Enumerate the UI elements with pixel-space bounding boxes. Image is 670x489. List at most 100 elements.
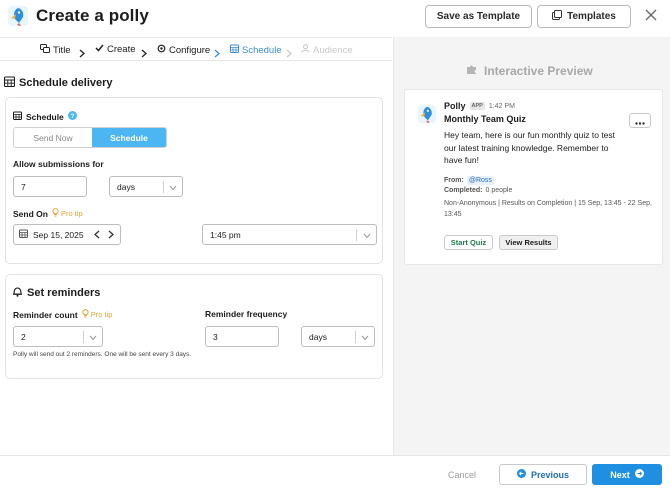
schedule-toggle-button[interactable]: Schedule (92, 128, 166, 147)
from-row: From: @Ross (444, 176, 494, 185)
step-create[interactable]: Create (95, 44, 136, 55)
svg-text:?: ? (70, 113, 74, 120)
calendar-icon (3, 76, 16, 90)
pro-tip-label: Pro tip (90, 310, 113, 319)
completed-label: Completed: (444, 187, 483, 194)
reminder-frequency-input[interactable]: 3 (205, 326, 279, 347)
templates-icon (552, 10, 563, 23)
previous-label: Previous (530, 469, 570, 480)
send-date-picker[interactable]: Sep 15, 2025 (13, 224, 121, 245)
start-quiz-button[interactable]: Start Quiz (444, 235, 493, 250)
next-date-chevron-icon[interactable] (108, 230, 114, 241)
puzzle-icon (466, 64, 477, 78)
close-icon[interactable] (644, 8, 658, 24)
schedule-delivery-heading: Schedule delivery (3, 76, 113, 90)
pro-tip-label: Pro tip (60, 209, 83, 218)
title-step-icon (40, 44, 50, 56)
reminder-frequency-unit-value: days (309, 331, 327, 342)
interactive-preview-title: Interactive Preview (484, 64, 593, 78)
calendar-icon (230, 44, 239, 56)
from-label: From: (444, 177, 464, 184)
polly-app-avatar (417, 104, 437, 124)
reminder-frequency-unit-select[interactable]: days (301, 326, 375, 347)
arrow-left-icon (516, 469, 526, 480)
view-results-button[interactable]: View Results (499, 235, 558, 250)
prev-date-chevron-icon[interactable] (94, 230, 100, 241)
user-icon (301, 44, 310, 56)
chevron-right-icon (214, 45, 220, 63)
send-now-toggle-button[interactable]: Send Now (14, 128, 92, 147)
calendar-icon (19, 229, 28, 240)
templates-button[interactable]: Templates (537, 5, 631, 28)
step-schedule[interactable]: Schedule (230, 44, 282, 56)
reminders-card: Set reminders Reminder count Pro tip 2 R… (5, 274, 383, 379)
gear-icon (157, 44, 166, 56)
completed-value: 0 people (485, 187, 513, 194)
step-create-label: Create (107, 44, 136, 55)
footer: Cancel Previous Next (0, 455, 670, 489)
header: Create a polly Save as Template Template… (0, 0, 670, 36)
pro-tip-link[interactable]: Pro tip (52, 208, 83, 219)
send-date-value: Sep 15, 2025 (33, 229, 84, 240)
set-reminders-heading: Set reminders (12, 286, 100, 300)
send-on-label: Send On (13, 208, 48, 219)
reminder-frequency-value: 3 (213, 331, 218, 342)
step-title-label: Title (53, 44, 71, 56)
poll-meta: Non-Anonymous | Results on Completion | … (444, 200, 652, 218)
allow-submissions-value: 7 (21, 181, 26, 192)
allow-submissions-input[interactable]: 7 (13, 176, 87, 197)
page-title: Create a polly (36, 6, 149, 25)
from-mention[interactable]: @Ross (466, 176, 494, 185)
message-preview-card: Polly APP 1:42 PM Monthly Team Quiz Hey … (404, 89, 663, 265)
reminder-count-label-row: Reminder count Pro tip (13, 309, 112, 320)
reminder-count-label: Reminder count (13, 309, 78, 320)
lightbulb-icon (82, 309, 89, 320)
message-body: Hey team, here is our fun monthly quiz t… (444, 130, 616, 165)
pro-tip-link[interactable]: Pro tip (82, 309, 113, 320)
next-label: Next (610, 469, 630, 480)
chevron-right-icon (79, 45, 85, 63)
schedule-label: Schedule (26, 111, 64, 122)
allow-unit-value: days (117, 181, 135, 192)
more-options-button[interactable] (629, 113, 651, 128)
step-audience-label: Audience (313, 44, 353, 56)
step-configure-label: Configure (169, 44, 211, 56)
chevron-down-icon (361, 333, 369, 343)
polly-logo-icon (7, 5, 29, 27)
allow-submissions-label: Allow submissions for (13, 159, 104, 169)
preview-panel: Interactive Preview Polly APP 1:42 PM Mo… (393, 37, 670, 455)
chevron-down-icon (363, 231, 371, 241)
schedule-delivery-title: Schedule delivery (19, 77, 113, 89)
step-schedule-label: Schedule (242, 44, 282, 56)
arrow-right-icon (634, 469, 644, 480)
lightbulb-icon (52, 208, 59, 219)
chevron-right-icon (286, 45, 292, 63)
step-title[interactable]: Title (40, 44, 71, 56)
completed-row: Completed: 0 people (444, 187, 512, 194)
chevron-down-icon (169, 183, 177, 193)
ellipsis-icon (635, 112, 645, 130)
calendar-icon (13, 111, 22, 122)
save-as-template-button[interactable]: Save as Template (425, 5, 532, 28)
previous-button[interactable]: Previous (499, 464, 587, 485)
cancel-button[interactable]: Cancel (442, 464, 482, 485)
allow-unit-select[interactable]: days (109, 176, 183, 197)
next-button[interactable]: Next (592, 464, 662, 485)
step-configure[interactable]: Configure (157, 44, 210, 56)
help-icon[interactable]: ? (67, 111, 77, 122)
set-reminders-title: Set reminders (27, 287, 101, 299)
message-header: Polly APP 1:42 PM (444, 101, 515, 111)
checkmark-icon (95, 44, 104, 55)
chevron-right-icon (141, 45, 147, 63)
bell-icon (12, 286, 23, 300)
reminders-note: Polly will send out 2 reminders. One wil… (13, 351, 192, 358)
send-time-value: 1:45 pm (210, 229, 241, 240)
stepper: Title Create Configure Schedule Audience (0, 37, 392, 61)
quiz-title: Monthly Team Quiz (444, 114, 526, 124)
delivery-toggle: Send Now Schedule (13, 127, 167, 148)
reminder-count-select[interactable]: 2 (13, 326, 103, 347)
templates-label: Templates (567, 11, 616, 22)
send-time-select[interactable]: 1:45 pm (202, 224, 377, 245)
message-time: 1:42 PM (488, 102, 515, 110)
chevron-down-icon (89, 333, 97, 343)
